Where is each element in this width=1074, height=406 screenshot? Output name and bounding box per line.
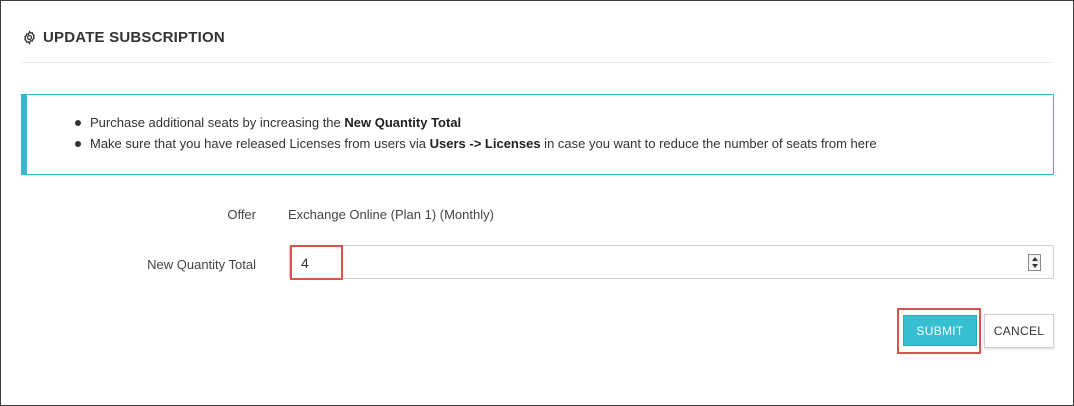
quantity-input[interactable]: 4 [289, 245, 1054, 279]
quantity-label: New Quantity Total [147, 257, 256, 272]
cancel-button[interactable]: CANCEL [984, 314, 1054, 348]
header-divider [21, 62, 1053, 63]
gear-icon [21, 29, 37, 45]
info-item: Make sure that you have released License… [75, 133, 877, 154]
panel-header: UPDATE SUBSCRIPTION [21, 25, 225, 49]
update-subscription-panel: UPDATE SUBSCRIPTION Purchase additional … [0, 0, 1074, 406]
submit-button[interactable]: SUBMIT [903, 315, 977, 346]
offer-label: Offer [227, 207, 256, 222]
info-alert: Purchase additional seats by increasing … [21, 94, 1054, 175]
info-item: Purchase additional seats by increasing … [75, 112, 877, 133]
page-title: UPDATE SUBSCRIPTION [43, 28, 225, 46]
quantity-value: 4 [301, 255, 309, 271]
stepper-down-icon[interactable] [1031, 264, 1038, 269]
quantity-stepper[interactable] [1028, 254, 1041, 271]
info-list: Purchase additional seats by increasing … [75, 112, 877, 154]
offer-value: Exchange Online (Plan 1) (Monthly) [288, 207, 494, 222]
submit-highlight-box: SUBMIT [897, 308, 981, 354]
stepper-up-icon[interactable] [1031, 256, 1038, 261]
